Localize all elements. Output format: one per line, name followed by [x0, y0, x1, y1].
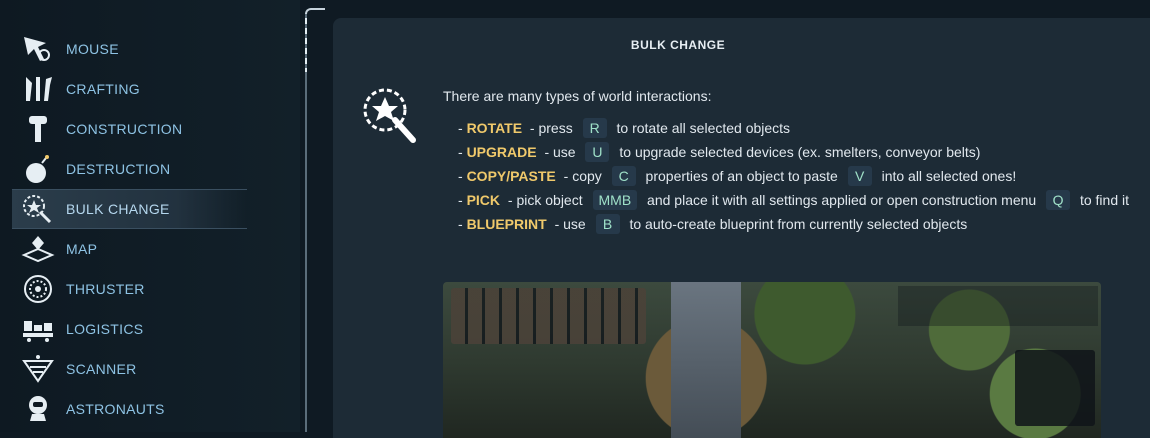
sidebar-item-astronauts[interactable]: ASTRONAUTS	[12, 390, 247, 428]
magic-wand-icon	[361, 86, 419, 146]
astronaut-icon	[18, 391, 58, 427]
sidebar-item-destruction[interactable]: DESTRUCTION	[12, 150, 247, 188]
content-panel: BULK CHANGE There are many types of worl…	[333, 18, 1150, 438]
scroll-track-cap	[305, 8, 325, 20]
sidebar-item-label: DESTRUCTION	[66, 161, 171, 177]
sidebar-item-label: CRAFTING	[66, 81, 140, 97]
sidebar-item-label: BULK CHANGE	[66, 201, 170, 217]
sidebar-item-thruster[interactable]: THRUSTER	[12, 270, 247, 308]
sidebar-item-construction[interactable]: CONSTRUCTION	[12, 110, 247, 148]
sidebar-item-label: MAP	[66, 241, 98, 257]
keyword-upgrade: UPGRADE	[466, 144, 537, 160]
magic-wand-icon	[18, 191, 58, 227]
mouse-cursor-icon	[18, 31, 58, 67]
sidebar-item-label: LOGISTICS	[66, 321, 144, 337]
gameplay-screenshot	[443, 282, 1101, 438]
map-pin-icon	[18, 231, 58, 267]
key-u: U	[585, 142, 610, 162]
bomb-icon	[18, 151, 58, 187]
scroll-track-line	[305, 14, 307, 432]
key-c: C	[611, 166, 636, 186]
keyword-pick: PICK	[466, 192, 501, 208]
sidebar-item-label: SCANNER	[66, 361, 137, 377]
intro-text: There are many types of world interactio…	[443, 88, 712, 104]
screenshot-inventory-bar	[451, 288, 646, 344]
keyword-copy-paste: COPY/PASTE	[466, 168, 556, 184]
sidebar-item-bulk-change[interactable]: BULK CHANGE	[12, 189, 247, 229]
key-r: R	[582, 118, 607, 138]
sidebar-item-scanner[interactable]: SCANNER	[12, 350, 247, 388]
sidebar: MOUSE CRAFTING CONSTRUCTION DESTRUCTION …	[0, 0, 300, 432]
list-item-copy-paste: - COPY/PASTE - copy C properties of an o…	[458, 166, 1017, 186]
list-item-rotate: - ROTATE - press R to rotate all selecte…	[458, 118, 791, 138]
keyword-rotate: ROTATE	[466, 120, 523, 136]
screenshot-structure	[671, 282, 741, 438]
sidebar-item-label: ASTRONAUTS	[66, 401, 165, 417]
key-b: B	[595, 214, 620, 234]
key-v: V	[847, 166, 872, 186]
sidebar-item-crafting[interactable]: CRAFTING	[12, 70, 247, 108]
interaction-list: - ROTATE - press R to rotate all selecte…	[458, 116, 1129, 236]
key-q: Q	[1046, 190, 1071, 210]
sidebar-item-label: MOUSE	[66, 41, 119, 57]
sidebar-item-label: THRUSTER	[66, 281, 145, 297]
list-item-blueprint: - BLUEPRINT - use B to auto-create bluep…	[458, 214, 968, 234]
sidebar-item-logistics[interactable]: LOGISTICS	[12, 310, 247, 348]
construction-bolt-icon	[18, 111, 58, 147]
key-mmb: MMB	[592, 190, 638, 210]
scanner-icon	[18, 351, 58, 387]
sidebar-item-map[interactable]: MAP	[12, 230, 247, 268]
panel-title: BULK CHANGE	[630, 38, 726, 52]
list-item-upgrade: - UPGRADE - use U to upgrade selected de…	[458, 142, 981, 162]
logistics-icon	[18, 311, 58, 347]
scroll-track[interactable]	[305, 8, 327, 432]
scroll-thumb[interactable]	[305, 18, 307, 72]
crafting-tools-icon	[18, 71, 58, 107]
screenshot-help-panel	[1015, 350, 1095, 426]
sidebar-item-label: CONSTRUCTION	[66, 121, 183, 137]
sidebar-item-mouse[interactable]: MOUSE	[12, 30, 247, 68]
keyword-blueprint: BLUEPRINT	[466, 216, 547, 232]
screenshot-toolbar	[898, 286, 1098, 326]
list-item-pick: - PICK - pick object MMB and place it wi…	[458, 190, 1129, 210]
thruster-icon	[18, 271, 58, 307]
